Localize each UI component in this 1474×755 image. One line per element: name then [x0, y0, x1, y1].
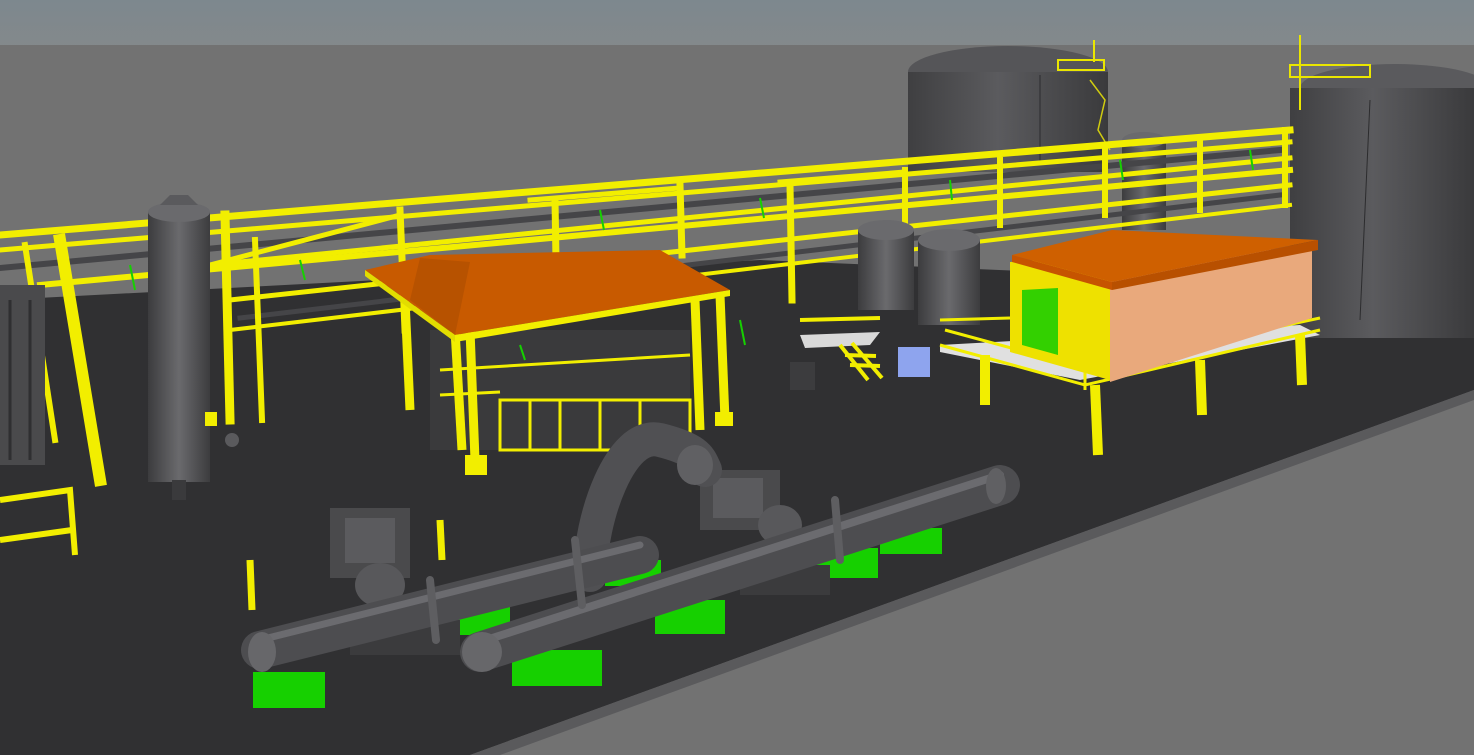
sky-background [0, 0, 1474, 50]
dark-equipment-box[interactable] [790, 362, 815, 390]
storage-tank-2[interactable] [1289, 35, 1474, 338]
left-equipment-bank[interactable] [0, 285, 45, 465]
3d-model-viewport[interactable] [0, 0, 1474, 755]
blue-equipment-box[interactable] [898, 347, 930, 377]
